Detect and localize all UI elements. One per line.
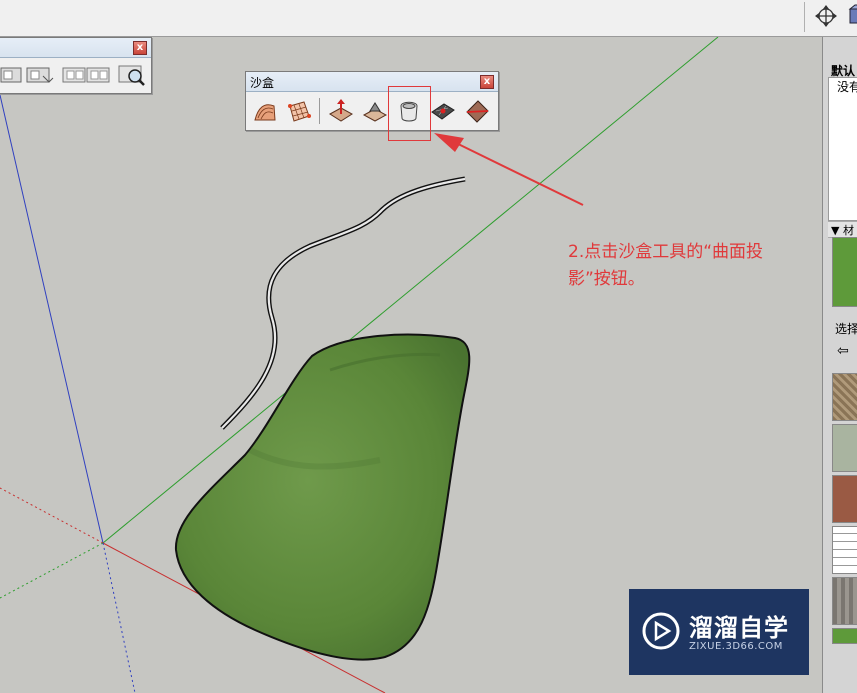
blue-axis-hidden — [102, 542, 136, 693]
play-logo-icon — [642, 612, 680, 650]
move-crosshair-icon[interactable] — [813, 3, 839, 29]
sandbox-toolbar-titlebar[interactable]: 沙盒 — [246, 72, 498, 92]
current-material-swatch[interactable] — [832, 237, 857, 307]
select-tab[interactable]: 选择 — [835, 320, 857, 337]
sandbox-smoove-icon[interactable] — [328, 98, 354, 124]
materials-tray: 默认 没有 ▼ 材 选择 ⇦ — [822, 37, 857, 693]
sandbox-from-contours-icon[interactable] — [252, 98, 278, 124]
back-arrow-icon[interactable]: ⇦ — [837, 343, 849, 359]
annotation-arrow-head — [434, 133, 464, 152]
sandbox-toolbar-close-button[interactable]: x — [480, 75, 494, 89]
watermark-url: ZIXUE.3D66.COM — [689, 641, 783, 652]
sandbox-add-detail-icon[interactable] — [430, 98, 456, 124]
blue-axis — [0, 94, 104, 544]
view-tool-icon[interactable] — [85, 62, 113, 88]
tray-content-box — [828, 77, 857, 221]
cube-view-icon[interactable] — [846, 3, 857, 29]
red-axis-hidden — [0, 487, 104, 544]
views-toolbar-titlebar[interactable] — [0, 38, 151, 58]
green-axis-hidden — [0, 542, 104, 599]
material-swatch-grass[interactable] — [832, 628, 857, 644]
material-swatch-stone[interactable] — [832, 475, 857, 523]
instruction-annotation: 2.点击沙盒工具的“曲面投 影”按钮。 — [568, 239, 808, 293]
tray-section-header[interactable]: ▼ 材 — [828, 221, 857, 238]
annotation-line-2: 影”按钮。 — [568, 269, 645, 289]
toolbar-divider — [319, 98, 320, 124]
tray-subtitle: 没有 — [837, 80, 857, 94]
sandbox-toolbar-title: 沙盒 — [250, 76, 275, 90]
watermark: 溜溜自学 ZIXUE.3D66.COM — [629, 589, 809, 675]
material-swatch-tiles[interactable] — [832, 424, 857, 472]
views-toolbar-close-button[interactable]: x — [133, 41, 147, 55]
material-swatch-gravel[interactable] — [832, 373, 857, 421]
material-swatch-fence[interactable] — [832, 526, 857, 574]
material-swatch-wood[interactable] — [832, 577, 857, 625]
toolbar-separator — [804, 2, 805, 32]
view-tool-icon[interactable] — [25, 62, 55, 88]
view-tool-icon[interactable] — [0, 62, 25, 88]
views-toolbar: x — [0, 37, 152, 94]
annotation-line-1: 2.点击沙盒工具的“曲面投 — [568, 242, 764, 262]
annotation-arrow-line — [449, 139, 584, 206]
watermark-brand: 溜溜自学 — [689, 614, 789, 642]
drape-tool-highlight — [388, 86, 431, 141]
terrain-surface[interactable] — [174, 333, 471, 661]
top-toolbar — [0, 0, 857, 37]
zoom-extents-icon[interactable] — [117, 62, 147, 88]
sandbox-from-scratch-icon[interactable] — [286, 98, 312, 124]
sandbox-toolbar: 沙盒 x — [245, 71, 499, 131]
sandbox-flip-edge-icon[interactable] — [464, 98, 490, 124]
tray-section-label: ▼ 材 — [831, 224, 854, 237]
sandbox-stamp-icon[interactable] — [362, 98, 388, 124]
